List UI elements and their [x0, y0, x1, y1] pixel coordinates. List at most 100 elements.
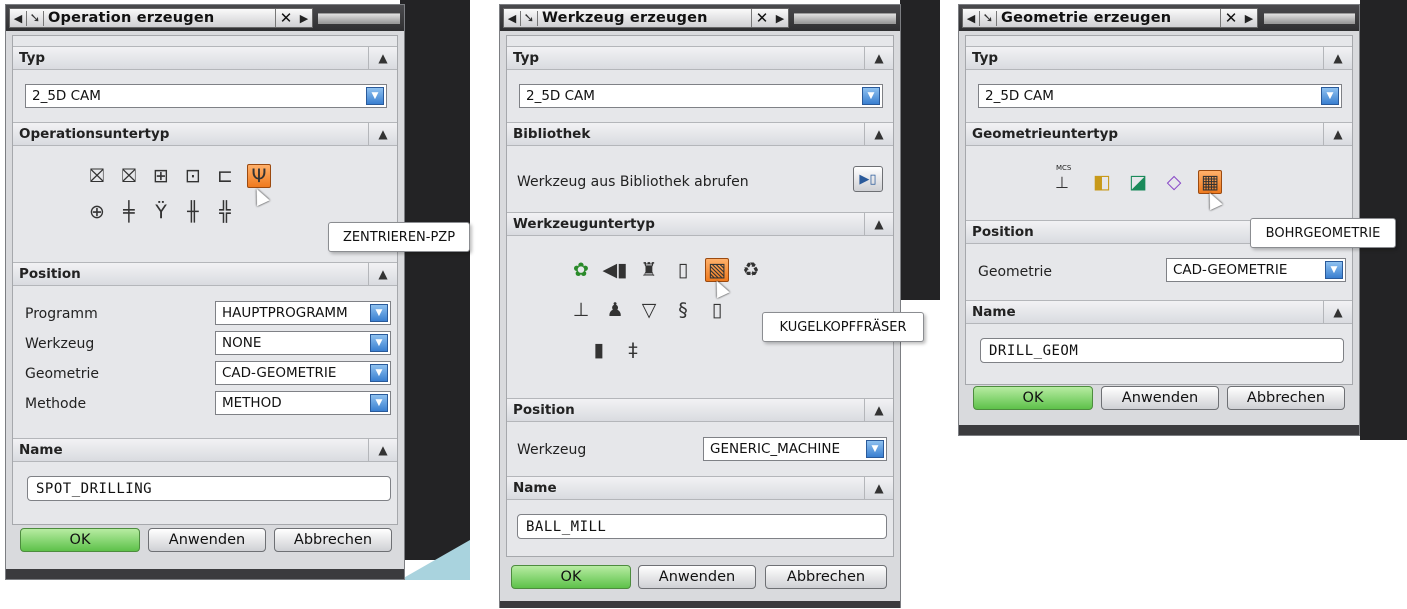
chevron-up-icon[interactable]: ▲: [368, 46, 397, 70]
library-retrieve-icon[interactable]: ▶▯: [853, 166, 883, 192]
drill-geometry-icon[interactable]: ▦: [1198, 170, 1222, 194]
chevron-down-icon[interactable]: ▼: [1325, 261, 1343, 279]
name-input[interactable]: DRILL_GEOM: [980, 338, 1344, 363]
chevron-down-icon[interactable]: ▼: [370, 304, 388, 322]
chevron-down-icon[interactable]: ▼: [370, 364, 388, 382]
name-input[interactable]: SPOT_DRILLING: [27, 476, 391, 501]
section-subtype-header[interactable]: Werkzeuguntertyp ▲: [507, 212, 893, 236]
tap-icon[interactable]: ╫: [181, 200, 205, 224]
close-icon[interactable]: ✕: [275, 9, 296, 27]
typ-dropdown[interactable]: 2_5D CAM ▼: [25, 84, 387, 108]
cancel-button[interactable]: Abbrechen: [765, 565, 887, 589]
chevron-up-icon[interactable]: ▲: [1323, 300, 1352, 324]
pocket-icon[interactable]: ⊡: [181, 164, 205, 188]
chevron-down-icon[interactable]: ▼: [370, 394, 388, 412]
apply-button[interactable]: Anwenden: [638, 565, 756, 589]
spot-drilling-icon[interactable]: Ψ: [247, 164, 271, 188]
ball-mill-icon[interactable]: ▧: [705, 258, 729, 282]
apply-button[interactable]: Anwenden: [1101, 386, 1219, 410]
countersink-icon[interactable]: Ϋ: [149, 200, 173, 224]
section-name-header[interactable]: Name ▲: [13, 438, 397, 462]
face-mill-icon[interactable]: ♜: [637, 258, 661, 282]
ok-button[interactable]: OK: [511, 565, 631, 589]
wall-icon[interactable]: ⊏: [213, 164, 237, 188]
thread-mill-icon[interactable]: ╬: [213, 200, 237, 224]
pin-icon[interactable]: ➘: [26, 10, 44, 26]
thread-tool-icon[interactable]: ‡: [621, 338, 645, 362]
chevron-down-icon[interactable]: ▼: [866, 440, 884, 458]
cancel-button[interactable]: Abbrechen: [1227, 386, 1345, 410]
reamer-icon[interactable]: ▮: [587, 338, 611, 362]
section-title: Name: [513, 480, 557, 496]
step-drill-icon[interactable]: ▯: [705, 298, 729, 322]
section-position-header[interactable]: Position ▲: [507, 398, 893, 422]
apply-button[interactable]: Anwenden: [148, 528, 266, 552]
chevron-up-icon[interactable]: ▲: [1323, 122, 1352, 146]
chevron-up-icon[interactable]: ▲: [864, 476, 893, 500]
twist-drill-icon[interactable]: §: [671, 298, 695, 322]
mcs-icon[interactable]: ⊥: [1050, 170, 1074, 194]
geometrie-dropdown[interactable]: CAD-GEOMETRIE ▼: [1166, 258, 1346, 282]
chevron-up-icon[interactable]: ▲: [368, 438, 397, 462]
workpiece-icon[interactable]: ◧: [1090, 170, 1114, 194]
planar-milling-icon[interactable]: ⛝: [117, 164, 141, 188]
typ-dropdown[interactable]: 2_5D CAM ▼: [519, 84, 883, 108]
chevron-up-icon[interactable]: ▲: [864, 398, 893, 422]
mill-area-icon[interactable]: ◪: [1126, 170, 1150, 194]
pin-icon[interactable]: ➘: [979, 10, 997, 26]
drill-icon[interactable]: ⊕: [85, 200, 109, 224]
chevron-up-icon[interactable]: ▲: [368, 122, 397, 146]
chevron-up-icon[interactable]: ▲: [864, 212, 893, 236]
section-name-header[interactable]: Name ▲: [507, 476, 893, 500]
section-library-header[interactable]: Bibliothek ▲: [507, 122, 893, 146]
chevron-up-icon[interactable]: ▲: [864, 122, 893, 146]
section-typ-header[interactable]: Typ ▲: [507, 46, 893, 70]
peck-drill-icon[interactable]: ╪: [117, 200, 141, 224]
werkzeug-dropdown[interactable]: GENERIC_MACHINE ▼: [703, 437, 887, 461]
face-milling-icon[interactable]: ⛝: [85, 164, 109, 188]
section-position-header[interactable]: Position ▲: [13, 262, 397, 286]
tab-right-arrow-icon[interactable]: ▶: [1241, 12, 1257, 25]
typ-dropdown[interactable]: 2_5D CAM ▼: [978, 84, 1342, 108]
pin-icon[interactable]: ➘: [520, 10, 538, 26]
tab-right-arrow-icon[interactable]: ▶: [772, 12, 788, 25]
profile-icon[interactable]: ⊞: [149, 164, 173, 188]
section-subtype-header[interactable]: Geometrieuntertyp ▲: [966, 122, 1352, 146]
ok-button[interactable]: OK: [973, 386, 1093, 410]
close-icon[interactable]: ✕: [751, 9, 772, 27]
name-input[interactable]: BALL_MILL: [517, 514, 887, 539]
tab-left-arrow-icon[interactable]: ◀: [504, 12, 520, 25]
chevron-down-icon[interactable]: ▼: [370, 334, 388, 352]
section-typ-header[interactable]: Typ ▲: [966, 46, 1352, 70]
end-mill-icon[interactable]: ▯: [671, 258, 695, 282]
tab-left-arrow-icon[interactable]: ◀: [963, 12, 979, 25]
section-title: Position: [513, 402, 575, 418]
chevron-up-icon[interactable]: ▲: [368, 262, 397, 286]
geometrie-dropdown[interactable]: CAD-GEOMETRIE ▼: [215, 361, 391, 385]
barrel-tool-icon[interactable]: ♟: [603, 298, 627, 322]
chevron-down-icon[interactable]: ▼: [1321, 87, 1339, 105]
mill-boundary-icon[interactable]: ◇: [1162, 170, 1186, 194]
tab-left-arrow-icon[interactable]: ◀: [10, 12, 26, 25]
chevron-up-icon[interactable]: ▲: [864, 46, 893, 70]
section-subtype-header[interactable]: Operationsuntertyp ▲: [13, 122, 397, 146]
t-slot-icon[interactable]: ⊥: [569, 298, 593, 322]
chevron-down-icon[interactable]: ▼: [862, 87, 880, 105]
chevron-up-icon[interactable]: ▲: [1323, 46, 1352, 70]
dialog-body: Typ ▲ 2_5D CAM ▼ Operationsuntertyp ▲ ⛝ …: [12, 35, 398, 525]
field-value: NONE: [222, 335, 262, 351]
ok-button[interactable]: OK: [20, 528, 140, 552]
cancel-button[interactable]: Abbrechen: [274, 528, 392, 552]
chamfer-tool-icon[interactable]: ◀▮: [602, 258, 627, 282]
tool-holder-icon[interactable]: ♻: [739, 258, 763, 282]
drill-point-icon[interactable]: ✿: [569, 258, 593, 282]
tapered-mill-icon[interactable]: ▽: [637, 298, 661, 322]
programm-dropdown[interactable]: HAUPTPROGRAMM ▼: [215, 301, 391, 325]
chevron-down-icon[interactable]: ▼: [366, 87, 384, 105]
section-name-header[interactable]: Name ▲: [966, 300, 1352, 324]
close-icon[interactable]: ✕: [1220, 9, 1241, 27]
methode-dropdown[interactable]: METHOD ▼: [215, 391, 391, 415]
tab-right-arrow-icon[interactable]: ▶: [296, 12, 312, 25]
section-typ-header[interactable]: Typ ▲: [13, 46, 397, 70]
werkzeug-dropdown[interactable]: NONE ▼: [215, 331, 391, 355]
